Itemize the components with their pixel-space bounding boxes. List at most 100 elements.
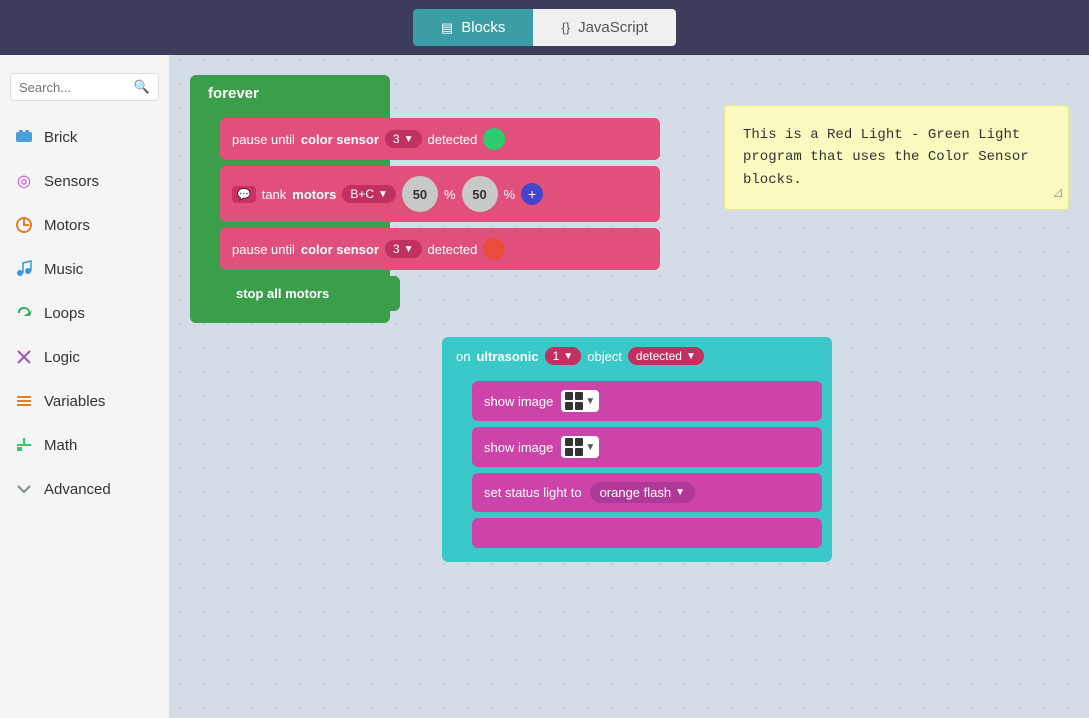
ultra-detected-chevron: ▼ (686, 351, 696, 362)
detected-label-1: detected (428, 132, 478, 147)
color-sensor-label-2: color sensor (301, 242, 379, 257)
chevron-down-icon-1: ▼ (404, 134, 414, 145)
status-chevron-icon: ▼ (675, 487, 685, 498)
sensors-icon: ◎ (14, 171, 34, 191)
ultra-detected-dropdown[interactable]: detected ▼ (628, 347, 704, 365)
sidebar-item-logic[interactable]: Logic (0, 335, 169, 379)
loops-label: Loops (44, 305, 85, 322)
search-box[interactable]: 🔍 (10, 73, 159, 101)
header: ▤ Blocks {} JavaScript (0, 0, 1089, 55)
sidebar-item-motors[interactable]: Motors (0, 203, 169, 247)
ultra-num: 1 (553, 349, 560, 363)
status-dropdown[interactable]: orange flash ▼ (590, 482, 695, 503)
note-text: This is a Red Light - Green Light progra… (743, 127, 1029, 188)
motors-icon (14, 215, 34, 235)
ultra-detected-label: detected (636, 349, 682, 363)
advanced-icon (14, 479, 34, 499)
tank-label: tank (262, 187, 287, 202)
percent-val-1: 50 (413, 187, 427, 202)
percent-sym-2: % (504, 187, 516, 202)
sensor-num-2: 3 (393, 242, 400, 256)
ultrasonic-header[interactable]: on ultrasonic 1 ▼ object detected ▼ (442, 337, 832, 375)
variables-label: Variables (44, 393, 105, 410)
note-resize-handle[interactable]: ⊿ (1052, 183, 1064, 205)
advanced-label: Advanced (44, 481, 111, 498)
js-icon: {} (561, 20, 570, 35)
sensors-label: Sensors (44, 173, 99, 190)
stop-all-label: stop all motors (236, 286, 329, 301)
pause-label-2: pause until (232, 242, 295, 257)
js-tab-label: JavaScript (578, 19, 648, 36)
sidebar-item-sensors[interactable]: ◎ Sensors (0, 159, 169, 203)
logic-label: Logic (44, 349, 80, 366)
sidebar-item-advanced[interactable]: Advanced (0, 467, 169, 511)
pause-label-1: pause until (232, 132, 295, 147)
loops-icon (14, 303, 34, 323)
canvas: forever pause until color sensor 3 ▼ det… (170, 55, 1089, 718)
dot-grid-2 (565, 438, 583, 456)
music-label: Music (44, 261, 83, 278)
logic-icon (14, 347, 34, 367)
img-chevron-1: ▼ (585, 396, 595, 407)
green-color-circle[interactable] (483, 128, 505, 150)
percent-bubble-2[interactable]: 50 (462, 176, 498, 212)
search-input[interactable] (19, 80, 134, 95)
sensor-num-dropdown-2[interactable]: 3 ▼ (385, 240, 422, 258)
sidebar-item-loops[interactable]: Loops (0, 291, 169, 335)
sidebar-item-brick[interactable]: Brick (0, 115, 169, 159)
sensor-num-1: 3 (393, 132, 400, 146)
motors-keyword: motors (292, 187, 336, 202)
set-status-label: set status light to (484, 485, 582, 500)
stop-block[interactable]: stop all motors (220, 276, 400, 311)
object-label: object (587, 349, 622, 364)
note-box: This is a Red Light - Green Light progra… (724, 105, 1069, 210)
forever-body: pause until color sensor 3 ▼ detected 💬 … (190, 112, 390, 323)
forever-header[interactable]: forever (190, 75, 390, 112)
orange-flash-label: orange flash (600, 485, 672, 500)
show-image-label-1: show image (484, 394, 553, 409)
show-image-block-1[interactable]: show image ▼ (472, 381, 822, 421)
extra-block (472, 518, 822, 548)
math-label: Math (44, 437, 77, 454)
pause-red-block[interactable]: pause until color sensor 3 ▼ detected (220, 228, 660, 270)
ultrasonic-body: show image ▼ show image ▼ (442, 375, 832, 562)
dot-grid-1 (565, 392, 583, 410)
status-light-block[interactable]: set status light to orange flash ▼ (472, 473, 822, 512)
add-icon[interactable]: + (521, 183, 543, 205)
red-color-circle[interactable] (483, 238, 505, 260)
ultrasonic-label: ultrasonic (476, 349, 538, 364)
music-icon (14, 259, 34, 279)
tab-javascript[interactable]: {} JavaScript (533, 9, 676, 46)
sidebar-item-math[interactable]: Math (0, 423, 169, 467)
tank-motors-block[interactable]: 💬 tank motors B+C ▼ 50 % 50 % + (220, 166, 660, 222)
color-sensor-label-1: color sensor (301, 132, 379, 147)
motors-config-label: B+C (350, 187, 374, 201)
sidebar-item-variables[interactable]: Variables (0, 379, 169, 423)
chevron-down-icon-2: ▼ (404, 244, 414, 255)
percent-bubble-1[interactable]: 50 (402, 176, 438, 212)
search-icon: 🔍 (134, 79, 150, 95)
brick-icon (14, 127, 34, 147)
pause-green-block[interactable]: pause until color sensor 3 ▼ detected (220, 118, 660, 160)
motors-config-dropdown[interactable]: B+C ▼ (342, 185, 396, 203)
detected-label-2: detected (428, 242, 478, 257)
chat-icon: 💬 (232, 186, 256, 203)
brick-label: Brick (44, 129, 77, 146)
sidebar-item-music[interactable]: Music (0, 247, 169, 291)
sensor-num-dropdown-1[interactable]: 3 ▼ (385, 130, 422, 148)
show-image-block-2[interactable]: show image ▼ (472, 427, 822, 467)
tab-blocks[interactable]: ▤ Blocks (413, 9, 533, 46)
ultra-chevron-icon: ▼ (563, 351, 573, 362)
motors-label: Motors (44, 217, 90, 234)
blocks-icon: ▤ (441, 20, 453, 36)
math-icon (14, 435, 34, 455)
forever-label: forever (208, 85, 259, 102)
ultra-num-dropdown[interactable]: 1 ▼ (545, 347, 582, 365)
show-image-label-2: show image (484, 440, 553, 455)
on-label: on (456, 349, 470, 364)
percent-sym-1: % (444, 187, 456, 202)
variables-icon (14, 391, 34, 411)
image-selector-1[interactable]: ▼ (561, 390, 599, 412)
image-selector-2[interactable]: ▼ (561, 436, 599, 458)
forever-block: forever pause until color sensor 3 ▼ det… (190, 75, 390, 323)
